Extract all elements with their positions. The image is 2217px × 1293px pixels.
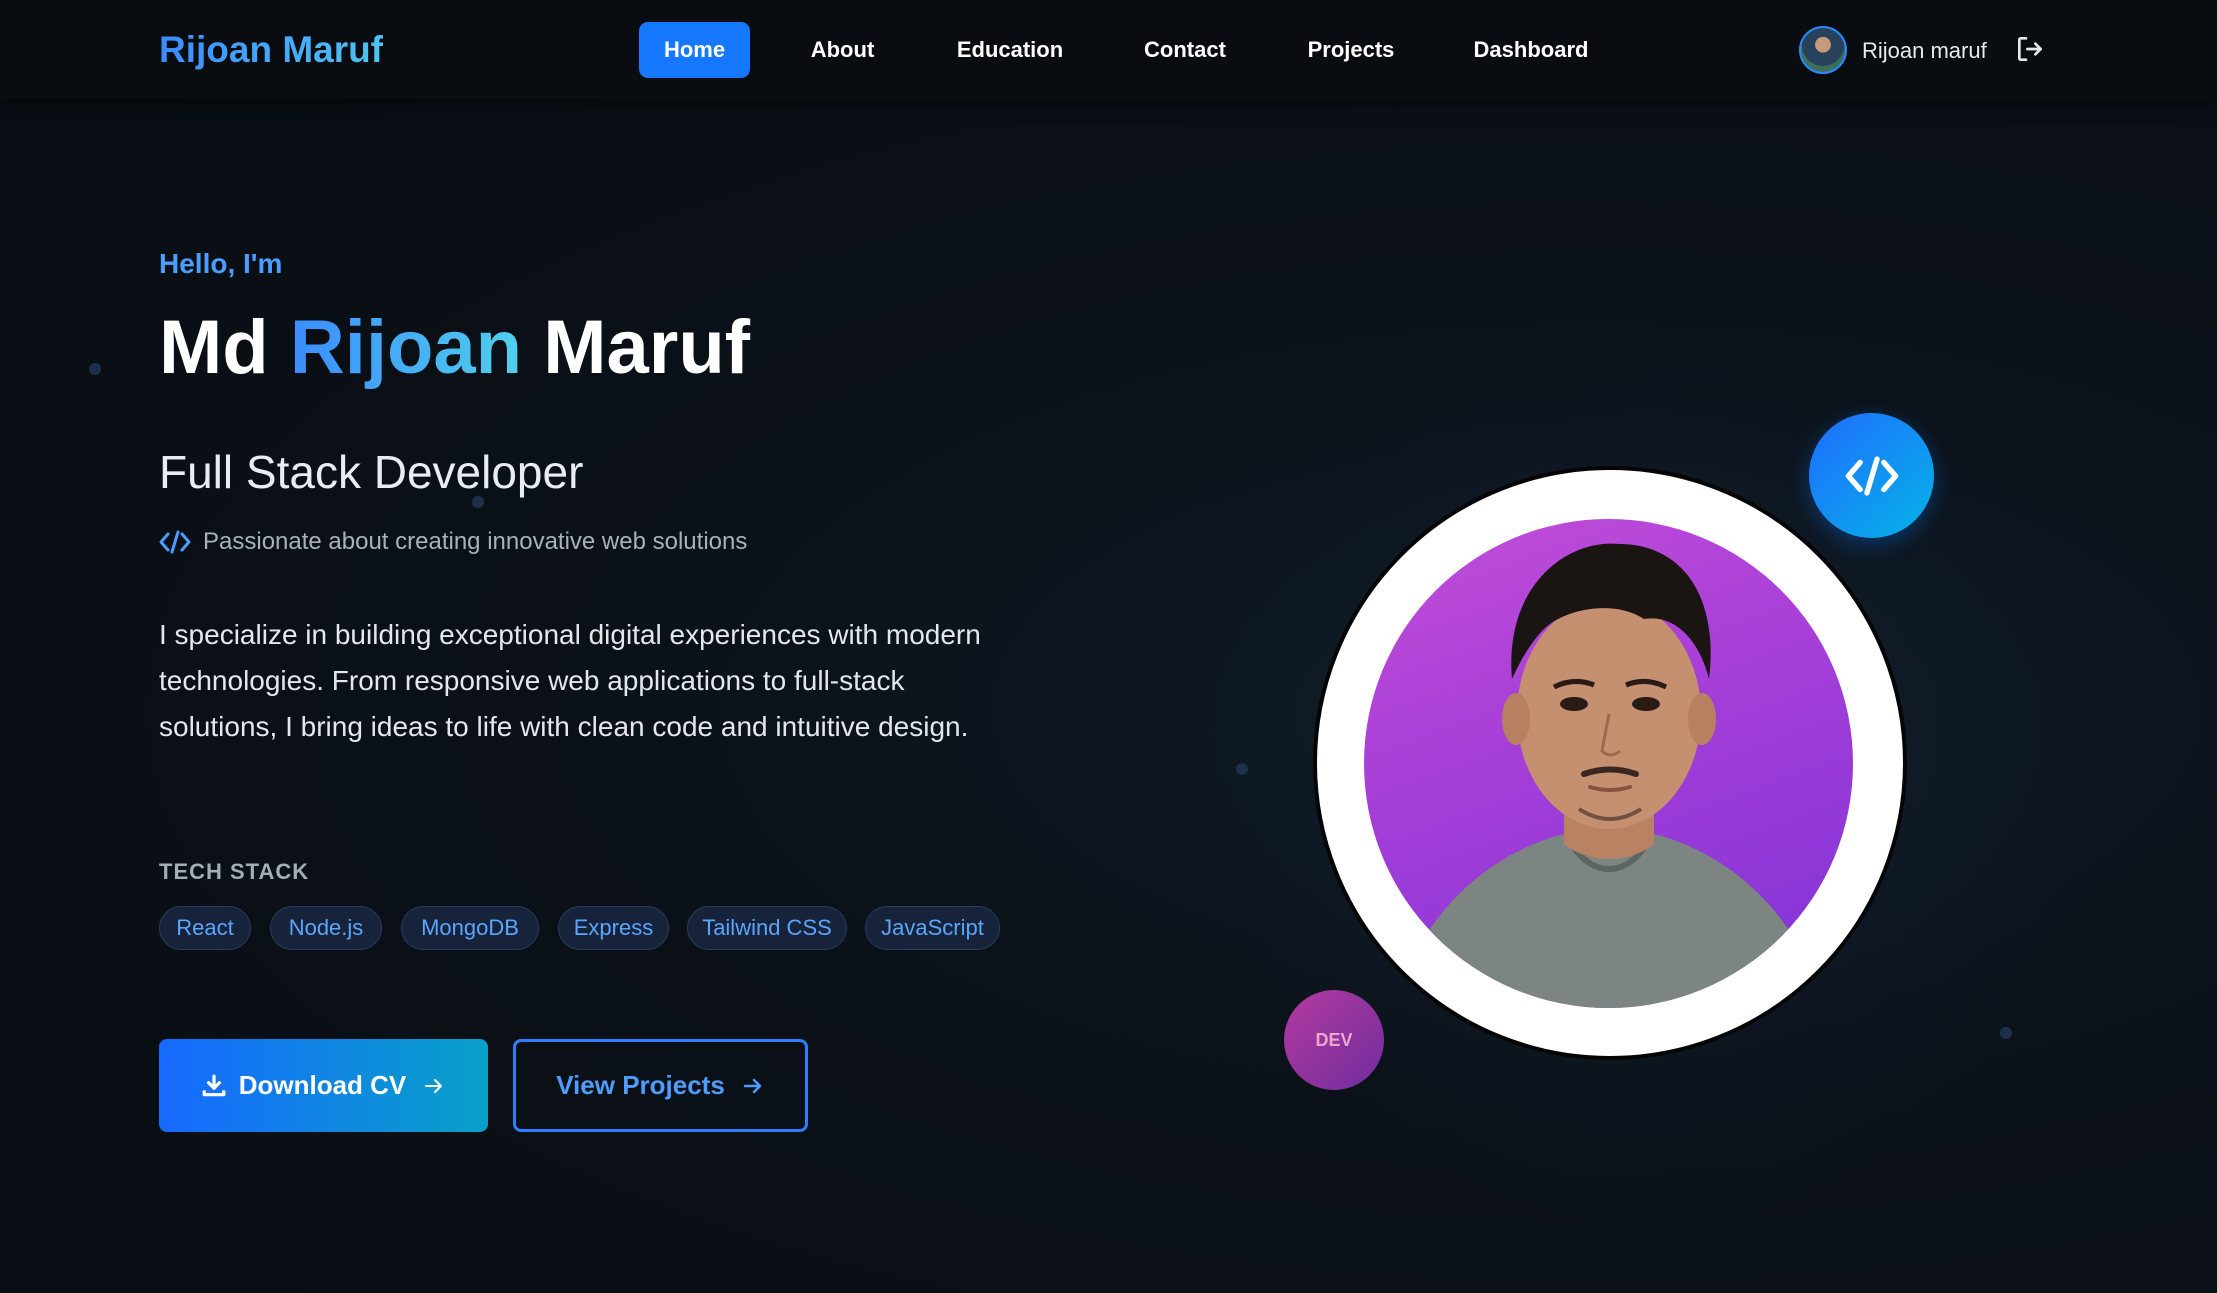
hero-greeting: Hello, I'm <box>159 248 283 279</box>
code-icon <box>159 530 191 554</box>
hero-name-highlight: Rijoan <box>289 305 523 390</box>
download-cv-label: Download CV <box>238 1070 407 1100</box>
nav-contact[interactable]: Contact <box>1130 22 1240 78</box>
nav-dashboard[interactable]: Dashboard <box>1466 22 1596 78</box>
site-logo[interactable]: Rijoan Maruf <box>159 28 383 72</box>
user-avatar[interactable] <box>1799 26 1847 74</box>
view-projects-button[interactable]: View Projects <box>513 1039 808 1132</box>
nav-education[interactable]: Education <box>940 22 1080 78</box>
hero-tagline: Passionate about creating innovative web… <box>203 528 748 555</box>
tech-chip-tailwind: Tailwind CSS <box>687 906 847 950</box>
dev-badge: DEV <box>1284 990 1384 1090</box>
hero-role: Full Stack Developer <box>159 446 584 498</box>
arrow-right-icon <box>425 1078 443 1093</box>
dev-badge-label: DEV <box>1315 1029 1353 1050</box>
code-icon <box>1845 455 1898 496</box>
tech-chip-mongodb: MongoDB <box>401 906 539 950</box>
code-badge <box>1809 413 1934 538</box>
logout-icon[interactable] <box>2014 33 2046 65</box>
hero-name-last: Maruf <box>543 305 751 390</box>
hero-name-first: Md <box>159 305 269 390</box>
nav-about[interactable]: About <box>790 22 895 78</box>
download-icon <box>202 1074 226 1096</box>
nav-home[interactable]: Home <box>639 22 750 78</box>
hero-bio: I specialize in building exceptional dig… <box>159 619 981 742</box>
decor-dot <box>89 363 101 375</box>
arrow-right-icon <box>743 1078 762 1093</box>
user-name[interactable]: Rijoan maruf <box>1862 36 1987 66</box>
tech-stack-title: TECH STACK <box>159 859 310 884</box>
tech-chip-javascript: JavaScript <box>865 906 1000 950</box>
hero-name: Md Rijoan Maruf <box>159 303 750 393</box>
top-navbar: Rijoan Maruf Home About Education Contac… <box>0 0 2217 99</box>
nav-projects[interactable]: Projects <box>1293 22 1409 78</box>
profile-photo <box>1364 519 1853 1008</box>
tech-chip-express: Express <box>558 906 669 950</box>
tech-chip-react: React <box>159 906 251 950</box>
person-illustration <box>1394 543 1824 1008</box>
view-projects-label: View Projects <box>556 1070 725 1100</box>
download-cv-button[interactable]: Download CV <box>159 1039 488 1132</box>
tech-chip-nodejs: Node.js <box>270 906 382 950</box>
